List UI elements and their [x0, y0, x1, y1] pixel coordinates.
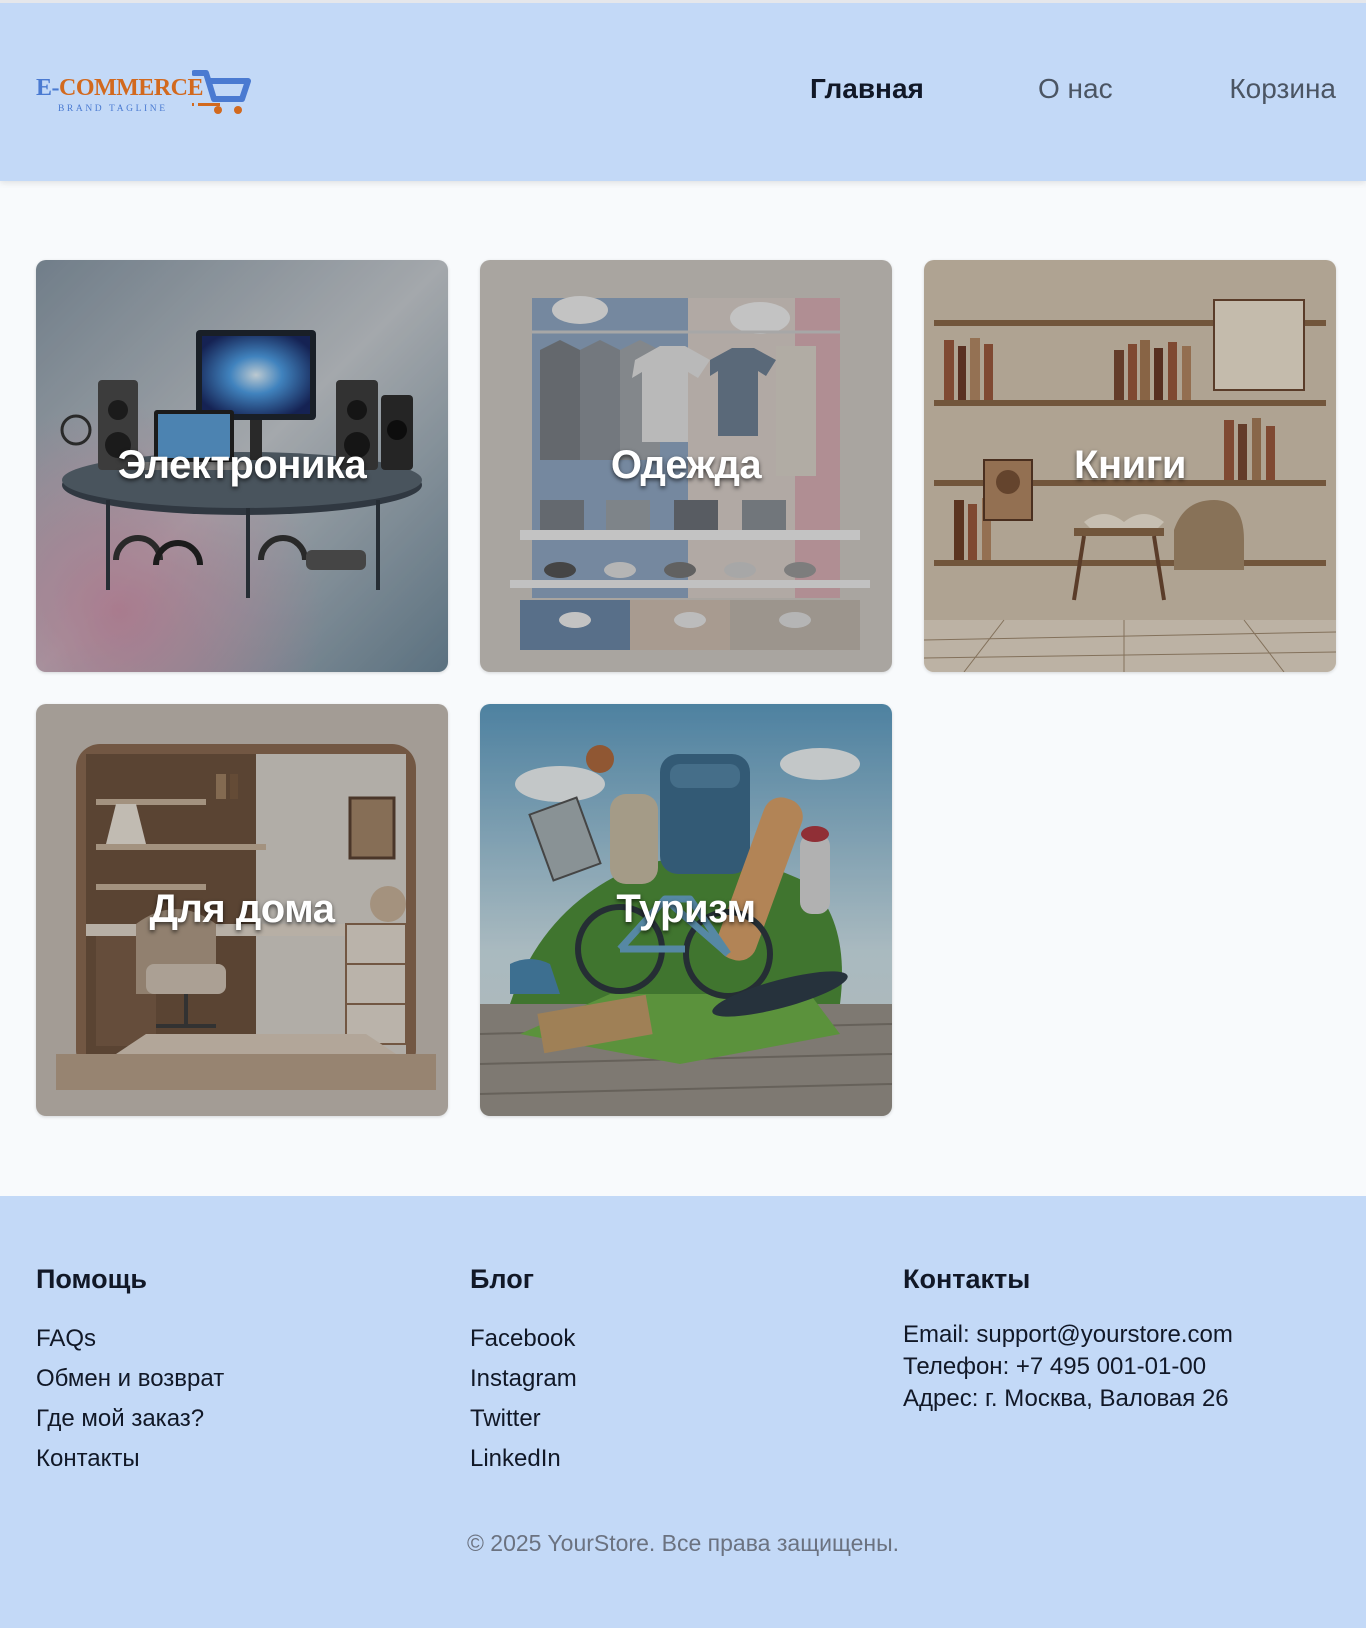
footer-blog-column: Блог Facebook Instagram Twitter LinkedIn [470, 1264, 577, 1479]
footer-help-column: Помощь FAQs Обмен и возврат Где мой зака… [36, 1264, 224, 1479]
nav-cart[interactable]: Корзина [1229, 73, 1336, 105]
footer-link-contacts[interactable]: Контакты [36, 1439, 224, 1479]
footer-address: Адрес: г. Москва, Валовая 26 [903, 1385, 1229, 1412]
category-card-clothing[interactable]: Одежда [480, 260, 892, 672]
footer-copyright: © 2025 YourStore. Все права защищены. [466, 1530, 900, 1556]
nav-about[interactable]: О нас [1038, 73, 1113, 105]
brand-logo[interactable]: E-COMMERCE BRAND TAGLINE [36, 69, 262, 119]
category-label: Книги [1074, 443, 1186, 487]
footer-link-returns[interactable]: Обмен и возврат [36, 1359, 224, 1399]
category-card-electronics[interactable]: Электроника [36, 260, 448, 672]
footer-link-twitter[interactable]: Twitter [470, 1399, 577, 1439]
category-card-home[interactable]: Для дома [36, 704, 448, 1116]
nav-home[interactable]: Главная [810, 73, 924, 105]
footer-link-linkedin[interactable]: LinkedIn [470, 1439, 577, 1479]
footer-link-instagram[interactable]: Instagram [470, 1359, 577, 1399]
category-card-books[interactable]: Книги [924, 260, 1336, 672]
footer-phone: Телефон: +7 495 001-01-00 [903, 1353, 1207, 1380]
category-card-tourism[interactable]: Туризм [480, 704, 892, 1116]
footer-link-faqs[interactable]: FAQs [36, 1319, 224, 1359]
logo-tagline: BRAND TAGLINE [58, 104, 168, 114]
footer-contacts-column: Контакты Email: support@yourstore.com Те… [903, 1264, 1233, 1415]
category-label: Туризм [616, 887, 756, 931]
category-label: Одежда [610, 443, 762, 487]
footer-help-title: Помощь [36, 1264, 148, 1294]
footer-link-order-status[interactable]: Где мой заказ? [36, 1399, 224, 1439]
footer-email: Email: support@yourstore.com [903, 1321, 1233, 1348]
shopping-cart-icon [192, 70, 251, 114]
footer-link-facebook[interactable]: Facebook [470, 1319, 577, 1359]
category-label: Электроника [117, 443, 367, 487]
logo-brand-text: E-COMMERCE [36, 75, 203, 101]
footer-contacts-title: Контакты [903, 1264, 1031, 1294]
site-header: E-COMMERCE BRAND TAGLINE Главная О нас К… [0, 0, 1366, 181]
category-label: Для дома [149, 887, 335, 931]
footer-blog-title: Блог [470, 1264, 534, 1294]
site-footer: Помощь FAQs Обмен и возврат Где мой зака… [0, 1196, 1366, 1628]
